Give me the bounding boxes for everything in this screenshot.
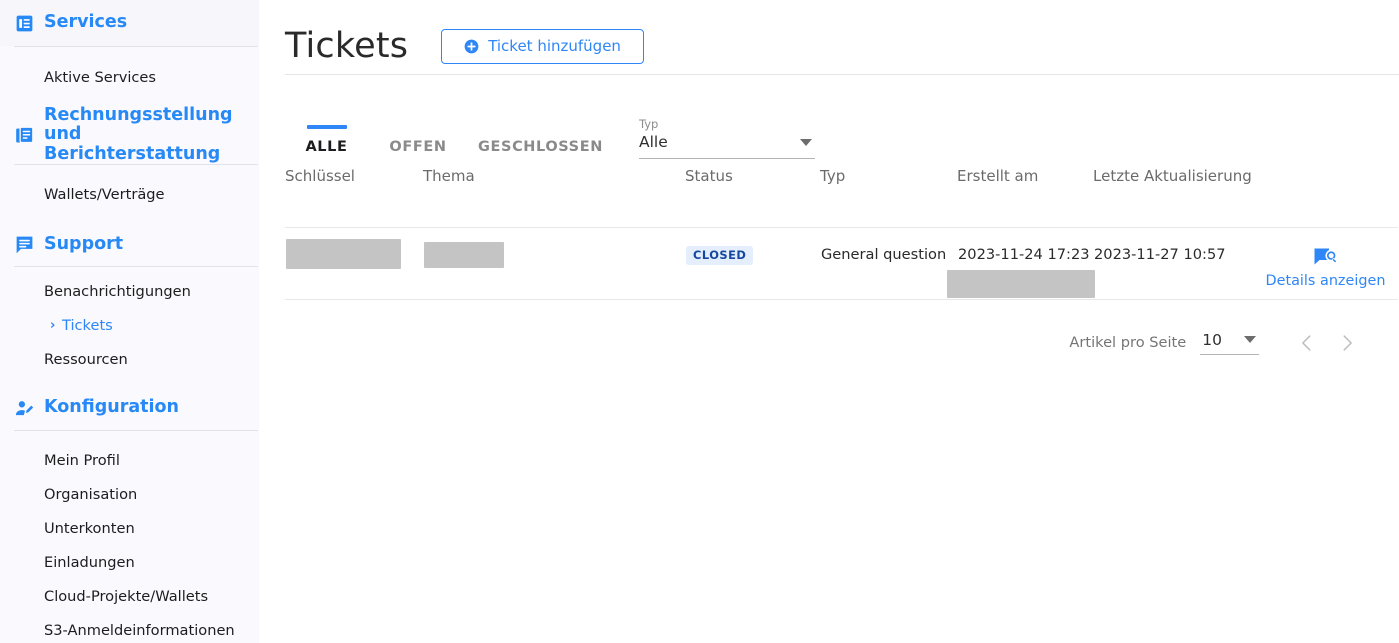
chevron-right-icon: › [50, 317, 56, 333]
documents-copy-icon [14, 125, 35, 146]
sidebar-item-label: Wallets/Verträge [44, 185, 165, 203]
column-header-actions [1253, 167, 1398, 227]
column-header-schluessel: Schlüssel [285, 167, 355, 185]
sidebar-section-support[interactable]: Support [0, 223, 259, 266]
sidebar-item-label: Organisation [44, 485, 138, 503]
tickets-table-body: CLOSED General question 2023-11-24 17:23… [285, 227, 1398, 299]
cell-actions: Details anzeigen [1253, 227, 1398, 299]
sidebar-item-mein-profil[interactable]: Mein Profil [0, 443, 259, 477]
type-filter: Typ Alle [639, 116, 815, 159]
items-per-page-value: 10 [1202, 330, 1222, 349]
next-page-button[interactable] [1327, 326, 1367, 360]
app-root: Services Aktive Services Rechnungsstellu… [0, 0, 1399, 643]
sidebar-item-label: Ressourcen [44, 350, 128, 368]
sidebar-section-services[interactable]: Services [0, 0, 259, 46]
sidebar-section-billing[interactable]: Rechnungsstellung und Berichterstattung [0, 104, 259, 164]
sidebar-item-benachrichtigungen[interactable]: Benachrichtigungen [0, 274, 259, 308]
sidebar-item-label: S3-Anmeldeinformationen [44, 621, 235, 639]
status-tabs: ALLE OFFEN GESCHLOSSEN [285, 107, 613, 167]
pagination: Artikel pro Seite 10 [259, 326, 1399, 360]
sidebar-section-label: Rechnungsstellung und Berichterstattung [44, 104, 233, 164]
column-header-typ: Typ [820, 167, 846, 185]
tickets-table-head: Schlüssel Thema Status Typ Erstellt am L… [285, 167, 1398, 227]
sidebar-group-support: Benachrichtigungen › Tickets Ressourcen [0, 267, 259, 386]
tab-label: GESCHLOSSEN [478, 139, 603, 155]
cell-letzte-aktualisierung: 2023-11-27 10:57 [1094, 245, 1226, 263]
sidebar-item-label: Aktive Services [44, 68, 157, 86]
type-filter-value: Alle [639, 133, 668, 151]
sidebar-item-unterkonten[interactable]: Unterkonten [0, 511, 259, 545]
article-icon [14, 13, 35, 34]
column-header-thema: Thema [423, 167, 475, 185]
sidebar-group-services: Aktive Services [0, 47, 259, 106]
column-header-erstellt-am: Erstellt am [957, 167, 1039, 185]
redacted-value [947, 269, 1095, 298]
sidebar-item-einladungen[interactable]: Einladungen [0, 545, 259, 579]
tab-offen[interactable]: OFFEN [368, 139, 468, 167]
redacted-value [286, 238, 401, 269]
page-header: Tickets Ticket hinzufügen [259, 0, 1399, 74]
items-per-page-select[interactable]: 10 [1200, 331, 1259, 355]
cell-schluessel [285, 227, 423, 299]
sidebar-group-konfiguration: Mein Profil Organisation Unterkonten Ein… [0, 431, 259, 643]
sidebar-section-konfiguration[interactable]: Konfiguration [0, 386, 259, 430]
created-timestamp: 2023-11-24 17:23 [958, 245, 1090, 263]
chat-bubble-icon [14, 234, 35, 255]
sidebar-item-s3-anmeldeinformationen[interactable]: S3-Anmeldeinformationen [0, 613, 259, 643]
redacted-value [424, 241, 504, 268]
main-content: Tickets Ticket hinzufügen ALLE OFFEN GES [259, 0, 1399, 643]
tab-label: OFFEN [389, 139, 447, 155]
add-ticket-button[interactable]: Ticket hinzufügen [441, 28, 644, 64]
chevron-left-icon [1296, 332, 1318, 354]
sidebar-section-label: Support [44, 233, 124, 254]
add-ticket-label: Ticket hinzufügen [488, 37, 621, 55]
sidebar-item-label: Mein Profil [44, 451, 120, 469]
tickets-table: Schlüssel Thema Status Typ Erstellt am L… [285, 167, 1398, 300]
table-header-row: Schlüssel Thema Status Typ Erstellt am L… [285, 167, 1398, 227]
sidebar-item-label: Tickets [62, 316, 113, 334]
sidebar-item-tickets[interactable]: › Tickets [0, 308, 259, 342]
type-filter-label: Typ [639, 116, 659, 131]
chevron-down-icon [1244, 336, 1256, 343]
tab-geschlossen[interactable]: GESCHLOSSEN [468, 139, 613, 167]
tab-label: ALLE [305, 139, 348, 155]
cell-status: CLOSED [685, 227, 820, 299]
column-header-status: Status [685, 167, 733, 185]
sidebar-section-label: Services [44, 12, 128, 33]
sidebar-item-organisation[interactable]: Organisation [0, 477, 259, 511]
sidebar-item-aktive-services[interactable]: Aktive Services [0, 60, 259, 94]
sidebar-item-cloud-projekte-wallets[interactable]: Cloud-Projekte/Wallets [0, 579, 259, 613]
sidebar-item-label: Cloud-Projekte/Wallets [44, 587, 209, 605]
chat-search-icon [1313, 246, 1339, 270]
cell-erstellt-am: 2023-11-24 17:23 [947, 227, 1095, 299]
previous-page-button[interactable] [1287, 326, 1327, 360]
sidebar-group-billing: Wallets/Verträge [0, 165, 259, 223]
sidebar-item-label: Einladungen [44, 553, 135, 571]
page-title: Tickets [285, 25, 409, 66]
details-link[interactable]: Details anzeigen [1266, 273, 1386, 289]
cell-typ: General question [821, 245, 947, 263]
chevron-down-icon [800, 138, 812, 146]
sidebar-item-ressourcen[interactable]: Ressourcen [0, 342, 259, 376]
column-header-letzte-aktualisierung: Letzte Aktualisierung [1093, 167, 1252, 185]
manage-accounts-icon [14, 398, 35, 419]
cell-thema [423, 227, 685, 299]
items-per-page-label: Artikel pro Seite [1069, 334, 1187, 351]
tab-alle[interactable]: ALLE [285, 125, 368, 167]
type-filter-select[interactable]: Alle [639, 133, 815, 159]
filter-toolbar: ALLE OFFEN GESCHLOSSEN Typ Alle [259, 75, 1399, 167]
sidebar: Services Aktive Services Rechnungsstellu… [0, 0, 259, 643]
sidebar-section-label: Konfiguration [44, 397, 179, 418]
status-badge: CLOSED [686, 245, 754, 265]
sidebar-item-label: Unterkonten [44, 519, 135, 537]
sidebar-item-label: Benachrichtigungen [44, 282, 191, 300]
table-row[interactable]: CLOSED General question 2023-11-24 17:23… [285, 227, 1398, 299]
chevron-right-icon [1336, 332, 1358, 354]
plus-circle-icon [464, 39, 479, 54]
active-tab-indicator [306, 125, 347, 129]
sidebar-item-wallets-vertraege[interactable]: Wallets/Verträge [0, 177, 259, 211]
